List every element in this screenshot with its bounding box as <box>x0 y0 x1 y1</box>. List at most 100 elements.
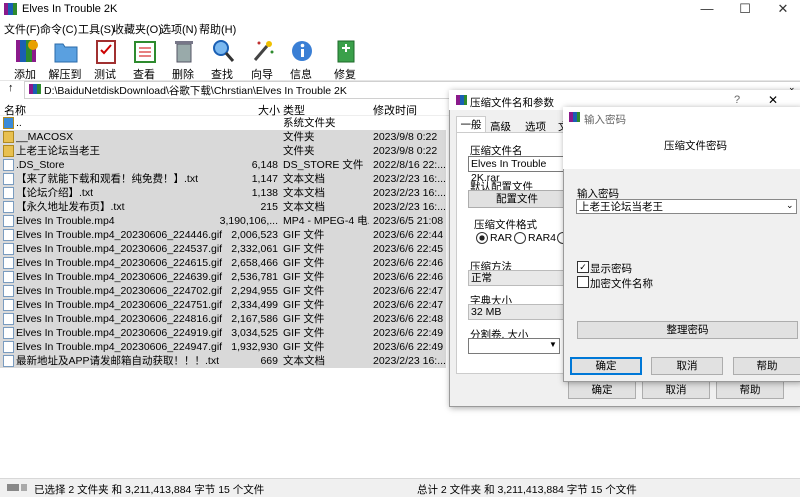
table-row[interactable]: Elves In Trouble.mp4_20230606_224947.gif… <box>0 340 446 354</box>
table-row[interactable]: Elves In Trouble.mp4_20230606_224639.gif… <box>0 270 446 284</box>
add-archive-icon <box>16 40 38 62</box>
file-date: 2023/6/6 22:49 <box>373 327 444 339</box>
file-icon <box>3 201 14 213</box>
compression-method-select[interactable]: 正常 <box>468 270 564 286</box>
format-rar4-label: RAR4 <box>528 232 557 244</box>
maximize-button[interactable]: ☐ <box>728 0 762 18</box>
info-button[interactable]: 信息 <box>282 38 320 81</box>
profiles-button[interactable]: 配置文件 <box>468 190 566 208</box>
table-row[interactable]: 最新地址及APP请发邮箱自动获取！！！.txt 669 文本文档 2023/2/23 … <box>0 354 446 368</box>
file-size: 2,167,586 <box>231 313 278 325</box>
split-dropdown-icon[interactable]: ▼ <box>549 340 557 349</box>
gif-file-icon <box>3 299 14 311</box>
table-row[interactable]: __MACOSX 文件夹 2023/9/8 0:22 <box>0 130 446 144</box>
find-button[interactable]: 查找 <box>203 38 241 81</box>
file-date: 2023/6/5 21:08 <box>373 215 444 227</box>
table-row[interactable]: 【永久地址发布页】.txt 215 文本文档 2023/2/23 16:... <box>0 200 446 214</box>
view-book-icon <box>134 41 156 63</box>
file-type: GIF 文件 <box>283 257 325 269</box>
password-help-button[interactable]: 帮助 <box>733 357 800 375</box>
table-row[interactable]: 【来了就能下载和观看！纯免费！】.txt 1,147 文本文档 2023/2/23 1… <box>0 172 446 186</box>
file-size: 6,148 <box>251 159 278 171</box>
archive-cancel-button[interactable]: 取消 <box>642 381 710 399</box>
table-row[interactable]: Elves In Trouble.mp4_20230606_224446.gif… <box>0 228 446 242</box>
table-row[interactable]: .. 系统文件夹 <box>0 116 446 130</box>
file-size: 669 <box>260 355 278 367</box>
file-date: 2023/9/8 0:22 <box>373 131 438 143</box>
encrypt-filenames-label: 加密文件名称 <box>590 278 653 290</box>
table-row[interactable]: Elves In Trouble.mp4 3,190,106,... MP4 - M… <box>0 214 446 228</box>
show-password-checkbox[interactable]: ✓ <box>577 261 589 273</box>
file-size: 2,658,466 <box>231 257 278 269</box>
archive-help-button[interactable]: 帮助 <box>716 381 784 399</box>
split-volumes-input[interactable] <box>468 338 560 354</box>
menu-tools[interactable]: 工具(S) <box>78 21 115 37</box>
wizard-wand-icon <box>253 41 274 61</box>
file-date <box>373 116 446 130</box>
password-dropdown-icon[interactable]: ⌄ <box>786 200 794 211</box>
menu-favorites[interactable]: 收藏夹(O) <box>113 21 162 37</box>
file-date: 2023/6/6 22:45 <box>373 243 444 255</box>
menu-commands[interactable]: 命令(C) <box>40 21 77 37</box>
add-button[interactable]: 添加 <box>6 38 44 81</box>
extract-to-button[interactable]: 解压到 <box>46 38 84 81</box>
archive-name-input[interactable]: Elves In Trouble 2K.rar <box>468 156 564 184</box>
menu-options[interactable]: 选项(N) <box>160 21 197 37</box>
password-ok-button[interactable]: 确定 <box>570 357 642 375</box>
table-row[interactable]: Elves In Trouble.mp4_20230606_224816.gif… <box>0 312 446 326</box>
archive-dialog-title: 压缩文件名和参数 <box>470 97 554 109</box>
table-row[interactable]: Elves In Trouble.mp4_20230606_224751.gif… <box>0 298 446 312</box>
archive-dialog-help-icon[interactable]: ? <box>734 94 740 106</box>
delete-button[interactable]: 删除 <box>164 38 202 81</box>
minimize-button[interactable]: — <box>690 0 724 18</box>
wizard-button[interactable]: 向导 <box>243 38 281 81</box>
show-password-label: 显示密码 <box>590 263 632 275</box>
video-file-icon <box>3 215 14 227</box>
table-row[interactable]: Elves In Trouble.mp4_20230606_224615.gif… <box>0 256 446 270</box>
up-arrow-icon[interactable]: ↑ <box>8 82 14 94</box>
folder-icon <box>3 117 14 129</box>
archive-ok-button[interactable]: 确定 <box>568 381 636 399</box>
trash-icon <box>175 41 193 63</box>
file-type: GIF 文件 <box>283 285 325 297</box>
close-button[interactable]: ✕ <box>766 0 800 18</box>
file-date: 2023/2/23 16:... <box>373 187 446 199</box>
rar-archive-icon <box>29 84 41 94</box>
menu-file[interactable]: 文件(F) <box>4 21 40 37</box>
title-bar <box>0 0 800 18</box>
password-dialog-icon <box>569 112 580 122</box>
view-button[interactable]: 查看 <box>125 38 163 81</box>
menu-help[interactable]: 帮助(H) <box>199 21 236 37</box>
file-size: 3,034,525 <box>231 327 278 339</box>
archive-dialog-close-button[interactable]: ✕ <box>768 93 778 107</box>
format-rar4-radio[interactable] <box>514 232 526 244</box>
file-size <box>200 144 278 158</box>
file-icon <box>3 355 14 367</box>
format-rar-radio[interactable] <box>476 232 488 244</box>
password-input[interactable]: 上老王论坛当老王 <box>576 199 797 214</box>
test-button[interactable]: 测试 <box>86 38 124 81</box>
table-row[interactable]: 上老王论坛当老王 文件夹 2023/9/8 0:22 <box>0 144 446 158</box>
file-date: 2023/6/6 22:46 <box>373 257 444 269</box>
file-type: 文本文档 <box>283 187 325 199</box>
tab-general[interactable]: 一般 <box>456 116 486 133</box>
file-size: 1,932,930 <box>231 341 278 353</box>
table-row[interactable]: .DS_Store 6,148 DS_STORE 文件 2022/8/16 22:..… <box>0 158 446 172</box>
archive-format-label: 压缩文件格式 <box>474 219 537 231</box>
file-size <box>200 116 278 130</box>
repair-button[interactable]: 修复 <box>326 38 364 81</box>
test-clipboard-icon <box>96 40 116 64</box>
encrypt-filenames-checkbox[interactable] <box>577 276 589 288</box>
table-row[interactable]: 【论坛介绍】.txt 1,138 文本文档 2023/2/23 16:... <box>0 186 446 200</box>
table-row[interactable]: Elves In Trouble.mp4_20230606_224919.gif… <box>0 326 446 340</box>
gif-file-icon <box>3 313 14 325</box>
dictionary-size-select[interactable]: 32 MB <box>468 304 564 320</box>
table-row[interactable]: Elves In Trouble.mp4_20230606_224702.gif… <box>0 284 446 298</box>
password-cancel-button[interactable]: 取消 <box>651 357 723 375</box>
file-size: 2,536,781 <box>231 271 278 283</box>
file-type: 系统文件夹 <box>283 117 336 129</box>
password-dialog-title: 输入密码 <box>584 114 626 126</box>
table-row[interactable]: Elves In Trouble.mp4_20230606_224537.gif… <box>0 242 446 256</box>
organize-passwords-button[interactable]: 整理密码 <box>577 321 798 339</box>
file-type: MP4 - MPEG-4 电... <box>283 215 369 227</box>
